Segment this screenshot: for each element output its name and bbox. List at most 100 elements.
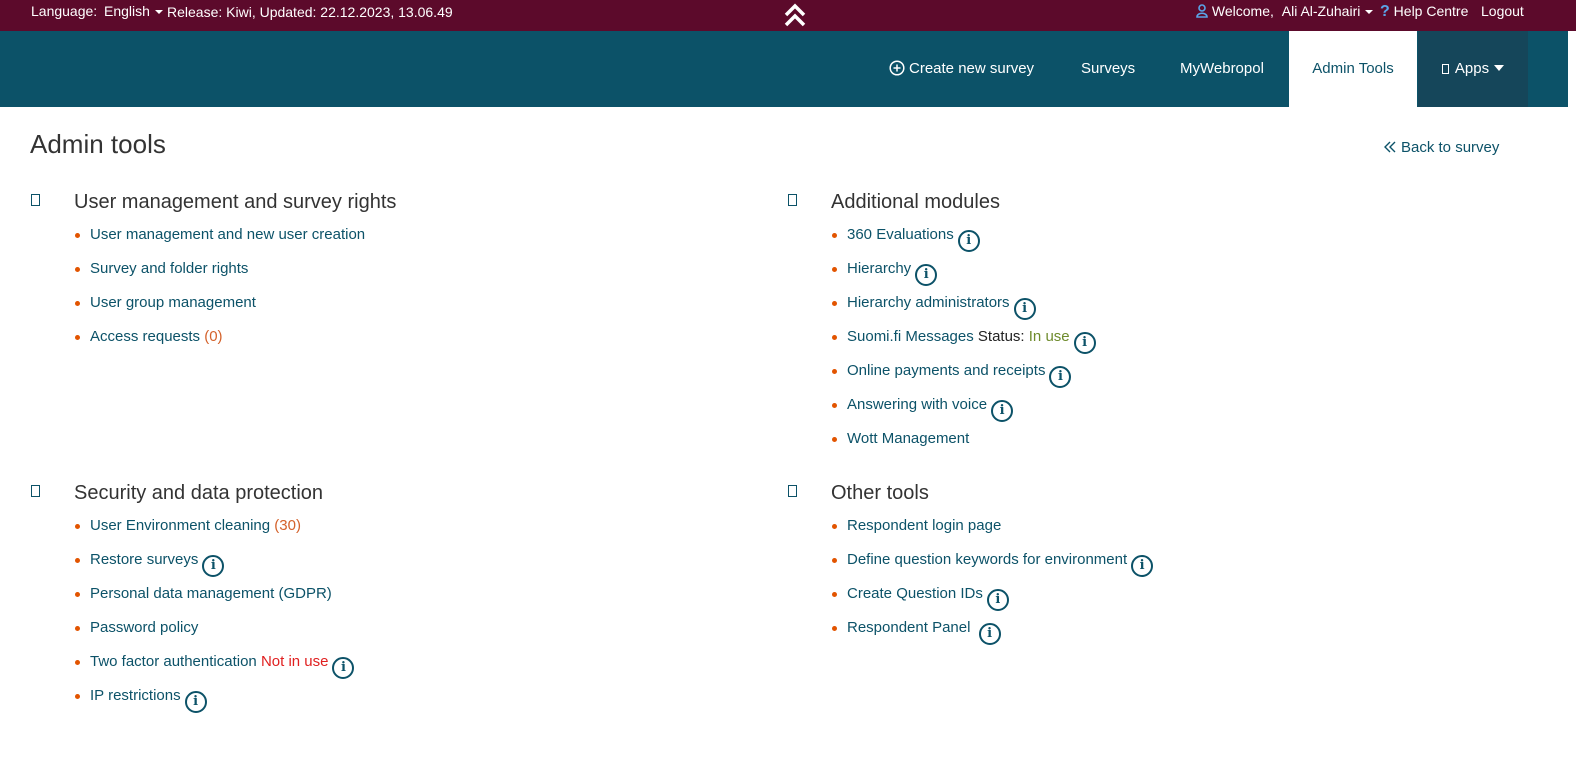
list-item[interactable]: Password policy <box>74 618 354 652</box>
section-title: Other tools <box>831 482 929 504</box>
link-password-policy[interactable]: Password policy <box>90 619 198 636</box>
welcome-label: Welcome, <box>1211 3 1274 19</box>
list-item[interactable]: Online payments and receipts i <box>831 361 1096 395</box>
list-item[interactable]: Survey and folder rights <box>74 259 365 293</box>
link-suomi-fi-messages[interactable]: Suomi.fi Messages <box>847 328 974 345</box>
info-icon[interactable]: i <box>1131 555 1154 577</box>
link-wott-management[interactable]: Wott Management <box>847 430 969 447</box>
double-chevron-left-icon <box>1384 141 1396 153</box>
section-other-tools: Other tools Respondent login page Define… <box>788 482 1154 652</box>
nav-surveys[interactable]: Surveys <box>1081 31 1135 107</box>
list-item[interactable]: Define question keywords for environment… <box>831 550 1154 584</box>
info-icon[interactable]: i <box>1013 298 1036 320</box>
list-item[interactable]: User Environment cleaning (30) <box>74 516 354 550</box>
list-item[interactable]: Access requests (0) <box>74 327 365 361</box>
user-icon <box>1196 4 1208 18</box>
link-create-question-ids[interactable]: Create Question IDs <box>847 585 983 602</box>
collapse-header-icon[interactable] <box>783 2 807 28</box>
info-icon[interactable]: i <box>1049 366 1072 388</box>
main-nav: Create new survey Surveys MyWebropol Adm… <box>0 31 1568 107</box>
info-icon[interactable]: i <box>957 230 980 252</box>
list-item[interactable]: Answering with voice i <box>831 395 1096 429</box>
chevron-down-icon <box>1365 10 1374 15</box>
caret-down-icon <box>1494 65 1505 71</box>
nav-apps-label: Apps <box>1454 60 1490 77</box>
help-label: Help Centre <box>1393 3 1469 19</box>
nav-admin-tools[interactable]: Admin Tools <box>1289 31 1417 107</box>
logout-link[interactable]: Logout <box>1481 3 1524 19</box>
info-icon[interactable]: i <box>986 589 1009 611</box>
link-answering-with-voice[interactable]: Answering with voice <box>847 396 987 413</box>
page-title: Admin tools <box>30 129 166 159</box>
link-survey-folder-rights[interactable]: Survey and folder rights <box>90 260 248 277</box>
link-respondent-panel[interactable]: Respondent Panel <box>847 619 970 636</box>
section-title: Additional modules <box>831 191 1000 213</box>
link-two-factor-auth[interactable]: Two factor authentication <box>90 653 257 670</box>
section-icon <box>788 194 797 206</box>
list-item[interactable]: Hierarchy i <box>831 259 1096 293</box>
nav-apps[interactable]: Apps <box>1418 31 1528 107</box>
section-security: Security and data protection User Enviro… <box>31 482 355 720</box>
list-item[interactable]: Create Question IDs i <box>831 584 1153 618</box>
info-icon[interactable]: i <box>202 555 225 577</box>
list-item[interactable]: Respondent login page <box>831 516 1153 550</box>
status-badge: In use <box>1028 328 1070 345</box>
list-item[interactable]: IP restrictions i <box>74 686 354 720</box>
language-dropdown[interactable]: English <box>104 3 163 19</box>
info-icon[interactable]: i <box>915 264 938 286</box>
list-item[interactable]: User group management <box>74 293 365 327</box>
info-icon[interactable]: i <box>184 691 207 713</box>
link-respondent-login-page[interactable]: Respondent login page <box>847 517 1001 534</box>
nav-mywebropol[interactable]: MyWebropol <box>1180 31 1264 107</box>
list-item[interactable]: Respondent Panel i <box>831 618 1153 652</box>
info-icon[interactable]: i <box>978 623 1001 645</box>
section-additional-modules: Additional modules 360 Evaluations i Hier… <box>788 191 1096 463</box>
list-item[interactable]: Hierarchy administrators i <box>831 293 1096 327</box>
section-title: User management and survey rights <box>74 191 397 213</box>
section-user-management: User management and survey rights User m… <box>31 191 396 361</box>
list-item[interactable]: User management and new user creation <box>74 225 365 259</box>
back-to-survey-link[interactable]: Back to survey <box>1384 139 1499 156</box>
link-360-evaluations[interactable]: 360 Evaluations <box>847 226 954 243</box>
section-icon <box>788 485 797 497</box>
section-icon <box>31 194 40 206</box>
list-item[interactable]: 360 Evaluations i <box>831 225 1096 259</box>
link-access-requests[interactable]: Access requests <box>90 328 200 345</box>
list-item[interactable]: Wott Management <box>831 429 1096 463</box>
status-label: Status: <box>977 328 1025 345</box>
info-icon[interactable]: i <box>332 657 355 679</box>
count-badge: (30) <box>274 517 301 534</box>
back-to-survey-label: Back to survey <box>1401 139 1500 156</box>
list-item[interactable]: Personal data management (GDPR) <box>74 584 354 618</box>
help-centre-link[interactable]: ? Help Centre <box>1380 3 1468 21</box>
chevron-down-icon <box>154 10 163 15</box>
user-name: Ali Al-Zuhairi <box>1281 3 1361 19</box>
link-ip-restrictions[interactable]: IP restrictions <box>90 687 181 704</box>
info-icon[interactable]: i <box>991 400 1014 422</box>
question-icon: ? <box>1380 3 1390 20</box>
link-restore-surveys[interactable]: Restore surveys <box>90 551 198 568</box>
link-user-group-management[interactable]: User group management <box>90 294 256 311</box>
language-value: English <box>104 3 150 19</box>
list-item[interactable]: Two factor authentication Not in use i <box>74 652 355 686</box>
apps-icon <box>1441 64 1449 74</box>
plus-circle-icon <box>889 60 905 76</box>
release-info: Release: Kiwi, Updated: 22.12.2023, 13.0… <box>167 4 453 20</box>
link-hierarchy[interactable]: Hierarchy <box>847 260 911 277</box>
link-user-management[interactable]: User management and new user creation <box>90 226 365 243</box>
link-hierarchy-administrators[interactable]: Hierarchy administrators <box>847 294 1010 311</box>
list-item[interactable]: Restore surveys i <box>74 550 354 584</box>
link-gdpr[interactable]: Personal data management (GDPR) <box>90 585 332 602</box>
link-question-keywords[interactable]: Define question keywords for environment <box>847 551 1127 568</box>
section-title: Security and data protection <box>74 482 324 504</box>
language-label: Language: <box>31 3 98 19</box>
user-menu[interactable]: Welcome, Ali Al-Zuhairi <box>1196 3 1374 19</box>
info-icon[interactable]: i <box>1073 332 1096 354</box>
link-online-payments[interactable]: Online payments and receipts <box>847 362 1045 379</box>
top-bar: Language: English Release: Kiwi, Updated… <box>0 0 1576 31</box>
list-item[interactable]: Suomi.fi Messages Status: In use i <box>831 327 1096 361</box>
nav-create-survey[interactable]: Create new survey <box>889 31 1034 107</box>
status-badge: Not in use <box>260 653 329 670</box>
link-environment-cleaning[interactable]: User Environment cleaning <box>90 517 270 534</box>
count-badge: (0) <box>204 328 223 345</box>
